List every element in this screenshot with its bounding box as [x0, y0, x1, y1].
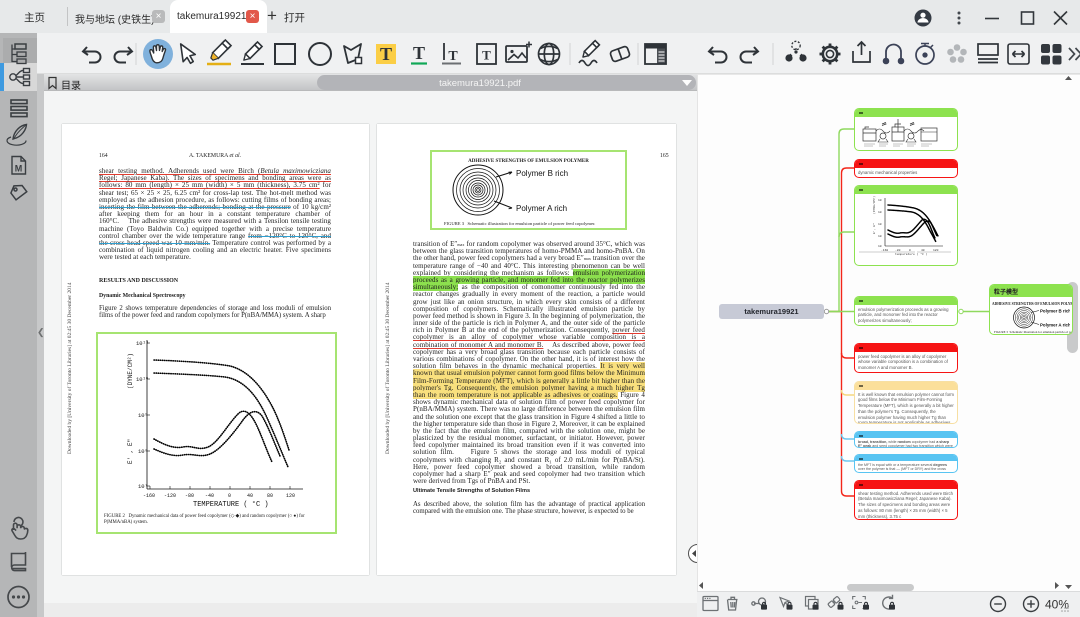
svg-text:10¹¹: 10¹¹ [136, 340, 149, 347]
svg-text:40: 40 [247, 493, 253, 499]
svg-text:10: 10 [878, 199, 882, 202]
svg-text:40%: 40% [1045, 598, 1069, 612]
svg-text:120: 120 [286, 493, 295, 499]
svg-text:10: 10 [878, 245, 882, 248]
svg-text:T: T [380, 44, 392, 64]
svg-text:0: 0 [909, 249, 911, 252]
svg-text:(DYNE/CM²): (DYNE/CM²) [872, 196, 876, 214]
svg-text:-160: -160 [143, 493, 155, 499]
svg-text:T: T [413, 43, 425, 63]
svg-text:10⁷: 10⁷ [138, 483, 148, 490]
svg-text:10⁸: 10⁸ [138, 448, 148, 455]
svg-text:E′, E″: E′, E″ [872, 223, 876, 234]
svg-text:Polymer B rich: Polymer B rich [516, 169, 568, 178]
svg-text:M: M [15, 164, 23, 174]
svg-text:Polymer A rich: Polymer A rich [1040, 323, 1070, 328]
svg-text:10: 10 [878, 211, 882, 214]
svg-text:-160: -160 [881, 249, 888, 252]
svg-text:Polymer A rich: Polymer A rich [516, 204, 567, 213]
svg-text:10: 10 [878, 235, 882, 238]
svg-text:T: T [482, 48, 491, 63]
svg-text:10: 10 [878, 223, 882, 226]
svg-text:120: 120 [933, 249, 939, 252]
svg-text:40: 40 [921, 249, 925, 252]
svg-text:-80: -80 [895, 249, 901, 252]
svg-text:-40: -40 [205, 493, 214, 499]
svg-text:0: 0 [228, 493, 231, 499]
svg-text:10¹⁰: 10¹⁰ [136, 376, 149, 383]
svg-text:80: 80 [267, 493, 273, 499]
svg-text:TEMPERATURE ( °C ): TEMPERATURE ( °C ) [193, 500, 269, 509]
svg-text:E′ , E″: E′ , E″ [127, 439, 134, 464]
svg-text:Polymer B rich: Polymer B rich [1040, 309, 1070, 314]
svg-text:10⁹: 10⁹ [138, 412, 148, 419]
svg-text:T: T [448, 49, 458, 64]
svg-text:temperature ( °C ): temperature ( °C ) [895, 252, 928, 256]
svg-text:(DYNE/CM²): (DYNE/CM²) [127, 353, 134, 389]
svg-text:-80: -80 [185, 493, 194, 499]
svg-text:-120: -120 [164, 493, 176, 499]
